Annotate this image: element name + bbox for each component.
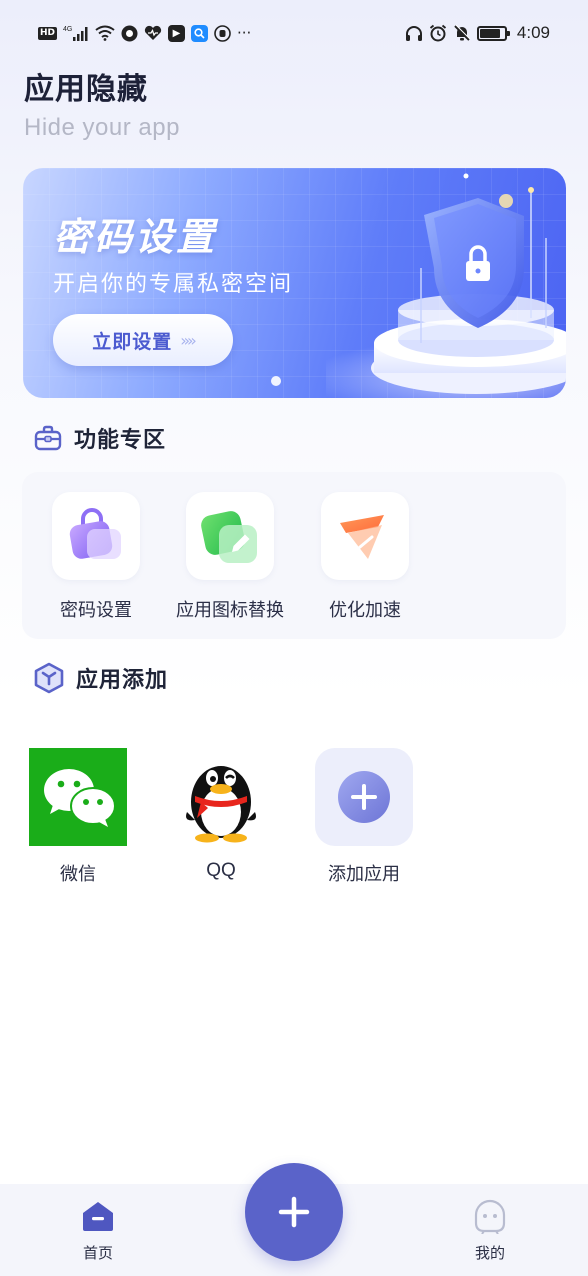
shield-lock-icon [326, 173, 566, 398]
status-bar: HD 4G ▶ ··· 4:09 [0, 0, 588, 66]
features-card: 密码设置 应用图标替换 优化加速 [22, 472, 566, 639]
search-app-icon [191, 24, 209, 42]
feature-speed-up[interactable]: 优化加速 [300, 492, 430, 622]
add-app-tile [315, 748, 413, 846]
app-label: 添加应用 [328, 864, 400, 885]
speed-icon [340, 515, 384, 559]
status-right: 4:09 [405, 23, 550, 43]
apps-section-header: 应用添加 [34, 662, 168, 694]
feature-icon-container [186, 492, 274, 580]
feature-password-settings[interactable]: 密码设置 [31, 492, 161, 622]
page-title: 应用隐藏 [24, 72, 148, 107]
feature-label: 优化加速 [329, 600, 401, 621]
edit-icon [201, 511, 257, 563]
feature-icon-replace[interactable]: 应用图标替换 [165, 492, 295, 622]
feature-icon-container [52, 492, 140, 580]
profile-icon [474, 1199, 506, 1234]
setup-now-label: 立即设置 [92, 330, 173, 353]
nav-home[interactable]: 首页 [58, 1198, 138, 1263]
setup-now-button[interactable]: 立即设置 »» [53, 314, 233, 366]
status-time: 4:09 [516, 23, 550, 42]
banner-dot-decoration [271, 376, 281, 386]
app-wechat[interactable]: 微信 [18, 748, 138, 886]
signal-icon: 4G [63, 24, 89, 42]
qq-penguin-icon [172, 748, 270, 846]
features-section-header: 功能专区 [34, 422, 166, 454]
feature-label: 密码设置 [60, 600, 132, 621]
headphones-icon [405, 25, 423, 42]
password-setup-banner[interactable]: 密码设置 开启你的专属私密空间 立即设置 »» [23, 168, 566, 398]
app-qq[interactable]: QQ [161, 748, 281, 882]
plus-icon [278, 1196, 310, 1228]
hd-icon: HD [38, 26, 58, 40]
more-icon: ··· [237, 24, 252, 42]
page-subtitle: Hide your app [24, 114, 180, 141]
feature-icon-container [321, 492, 409, 580]
feature-label: 应用图标替换 [176, 600, 284, 621]
nav-mine-label: 我的 [474, 1244, 505, 1262]
svg-text:4G: 4G [63, 26, 72, 33]
app-notification-icon [121, 25, 138, 42]
battery-icon [476, 25, 510, 41]
app-label: QQ [206, 860, 236, 881]
lock-bag-icon [69, 508, 121, 559]
toolbox-icon [34, 424, 62, 452]
app-tile-icon: ▶ [168, 24, 186, 42]
alarm-icon [429, 24, 447, 42]
add-circle-icon [338, 771, 390, 823]
home-icon [83, 1202, 113, 1231]
app-add[interactable]: 添加应用 [304, 748, 424, 886]
mute-bell-icon [453, 24, 471, 42]
banner-subtitle: 开启你的专属私密空间 [53, 272, 294, 297]
nav-home-label: 首页 [82, 1244, 113, 1262]
double-chevron-icon: »» [180, 330, 196, 350]
health-icon [144, 25, 162, 41]
app-label: 微信 [60, 864, 96, 885]
add-fab-button[interactable] [245, 1163, 343, 1261]
wifi-icon [95, 25, 115, 41]
status-left: HD 4G ▶ ··· [38, 24, 251, 42]
banner-title: 密码设置 [53, 215, 218, 259]
wechat-icon [29, 748, 127, 846]
hand-icon [214, 24, 231, 42]
apps-section-title: 应用添加 [76, 668, 169, 693]
nav-mine[interactable]: 我的 [450, 1198, 530, 1263]
features-section-title: 功能专区 [74, 428, 167, 453]
cube-icon [34, 662, 64, 694]
